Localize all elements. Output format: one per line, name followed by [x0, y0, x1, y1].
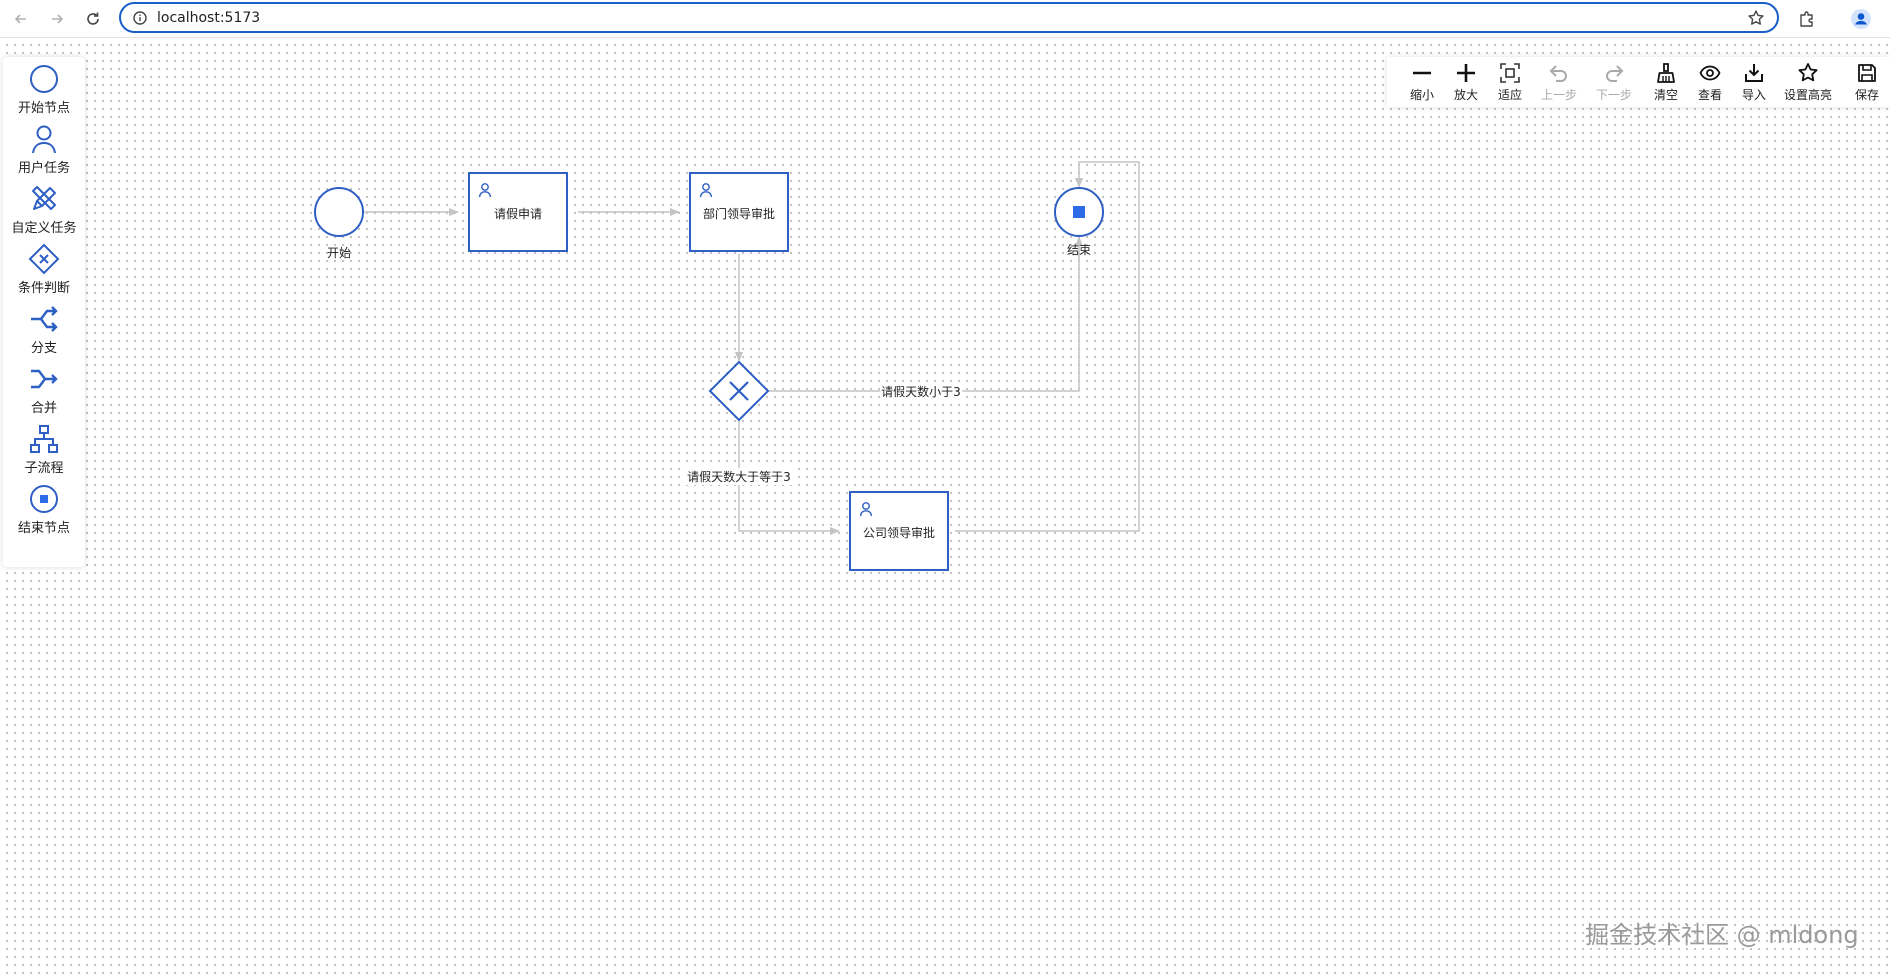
palette-custom-task[interactable]: 自定义任务	[3, 181, 85, 241]
join-icon	[31, 369, 58, 389]
redo-icon	[1606, 65, 1624, 82]
edge-company-to-end[interactable]	[955, 161, 1140, 532]
toolbar-label: 适应	[1497, 88, 1522, 102]
palette-start-event[interactable]: 开始节点	[3, 61, 85, 121]
browser-toolbar: localhost:5173	[0, 0, 1890, 38]
toolbar-label: 保存	[1854, 88, 1879, 102]
start-event-label: 开始	[326, 246, 352, 260]
editor-toolbar: 缩小 放大 适应 上一步 下一步 清空 查看 导入 设置高亮 保存	[1387, 57, 1890, 107]
task-label: 请假申请	[493, 207, 542, 221]
exclusive-gateway[interactable]	[708, 360, 770, 422]
palette-label: 开始节点	[17, 101, 70, 116]
fit-icon	[1500, 63, 1520, 83]
diagram-canvas[interactable]: 请假申请 部门领导审批 公司领导审批 开始 结束 请假天数小于3 请假天数大于等…	[0, 38, 1890, 975]
palette-subprocess[interactable]: 子流程	[3, 421, 85, 481]
gateway-icon	[28, 243, 60, 275]
url-text: localhost:5173	[157, 10, 261, 26]
task-label: 公司领导审批	[862, 526, 935, 540]
toolbar-label: 清空	[1653, 88, 1678, 102]
end-event[interactable]	[1054, 187, 1104, 237]
toolbar-label: 放大	[1453, 88, 1478, 102]
palette-label: 分支	[30, 341, 57, 356]
user-icon	[699, 183, 713, 198]
palette-end-event[interactable]: 结束节点	[3, 481, 85, 541]
palette-label: 条件判断	[17, 281, 70, 296]
zoom-in-icon	[1457, 64, 1475, 82]
user-icon	[859, 502, 873, 517]
palette-label: 用户任务	[17, 161, 70, 176]
forward-button[interactable]	[45, 7, 69, 31]
palette-join[interactable]: 合并	[3, 361, 85, 421]
view-button[interactable]: 查看	[1695, 57, 1725, 107]
palette-user-task[interactable]: 用户任务	[3, 121, 85, 181]
toolbar-label: 上一步	[1540, 88, 1577, 102]
person-icon	[1851, 9, 1871, 29]
star-icon[interactable]	[1747, 9, 1765, 31]
zoom-in-button[interactable]: 放大	[1451, 57, 1481, 107]
toolbar-label: 查看	[1697, 88, 1722, 102]
fork-icon	[31, 306, 58, 332]
profile-button[interactable]	[1849, 7, 1873, 31]
zoom-out-icon	[1413, 71, 1431, 75]
import-button[interactable]: 导入	[1739, 57, 1769, 107]
palette-label: 结束节点	[17, 521, 70, 536]
toolbar-label: 导入	[1741, 88, 1766, 102]
task-leave-request[interactable]: 请假申请	[468, 172, 568, 252]
edge-gateway-to-end[interactable]	[768, 236, 1083, 392]
start-event[interactable]	[314, 187, 364, 237]
address-bar[interactable]: localhost:5173	[119, 2, 1779, 33]
clear-button[interactable]: 清空	[1651, 57, 1681, 107]
task-company-approval[interactable]: 公司领导审批	[849, 491, 949, 571]
user-icon	[478, 183, 492, 198]
fit-button[interactable]: 适应	[1495, 57, 1525, 107]
node-palette: 开始节点 用户任务 自定义任务 条件判断 分支 合并 子流程 结束节点	[3, 57, 85, 567]
highlight-star-icon	[1798, 63, 1818, 82]
palette-label: 自定义任务	[11, 221, 77, 236]
arrow-right-icon	[52, 14, 64, 24]
highlight-button[interactable]: 设置高亮	[1783, 57, 1833, 107]
palette-gateway[interactable]: 条件判断	[3, 241, 85, 301]
toolbar-label: 下一步	[1595, 88, 1632, 102]
clear-icon	[1657, 63, 1675, 83]
arrow-left-icon	[14, 14, 26, 24]
save-icon	[1858, 64, 1876, 82]
task-dept-approval[interactable]: 部门领导审批	[689, 172, 789, 252]
start-event-icon	[30, 65, 58, 93]
watermark: 掘金技术社区 @ mldong	[1585, 921, 1859, 949]
undo-icon	[1549, 65, 1567, 82]
redo-button[interactable]: 下一步	[1594, 57, 1634, 107]
extensions-button[interactable]	[1795, 7, 1819, 31]
palette-label: 合并	[30, 401, 57, 416]
end-event-icon	[30, 485, 58, 513]
subprocess-icon	[30, 425, 58, 453]
puzzle-icon	[1800, 11, 1813, 27]
reload-button[interactable]	[81, 7, 105, 31]
user-task-icon	[32, 125, 56, 154]
toolbar-label: 缩小	[1409, 88, 1434, 102]
palette-label: 子流程	[24, 461, 64, 476]
edge-label-ge-3: 请假天数大于等于3	[686, 468, 792, 485]
custom-task-icon	[32, 186, 56, 210]
end-event-label: 结束	[1066, 243, 1092, 257]
undo-button[interactable]: 上一步	[1539, 57, 1579, 107]
eye-icon	[1699, 65, 1721, 81]
palette-fork[interactable]: 分支	[3, 301, 85, 361]
reload-icon	[87, 12, 99, 25]
edge-label-less-than-3: 请假天数小于3	[880, 383, 962, 400]
import-icon	[1745, 64, 1763, 82]
task-label: 部门领导审批	[702, 207, 775, 221]
back-button[interactable]	[9, 7, 33, 31]
toolbar-label: 设置高亮	[1783, 88, 1832, 102]
zoom-out-button[interactable]: 缩小	[1407, 57, 1437, 107]
info-icon[interactable]	[132, 10, 148, 30]
save-button[interactable]: 保存	[1852, 57, 1882, 107]
